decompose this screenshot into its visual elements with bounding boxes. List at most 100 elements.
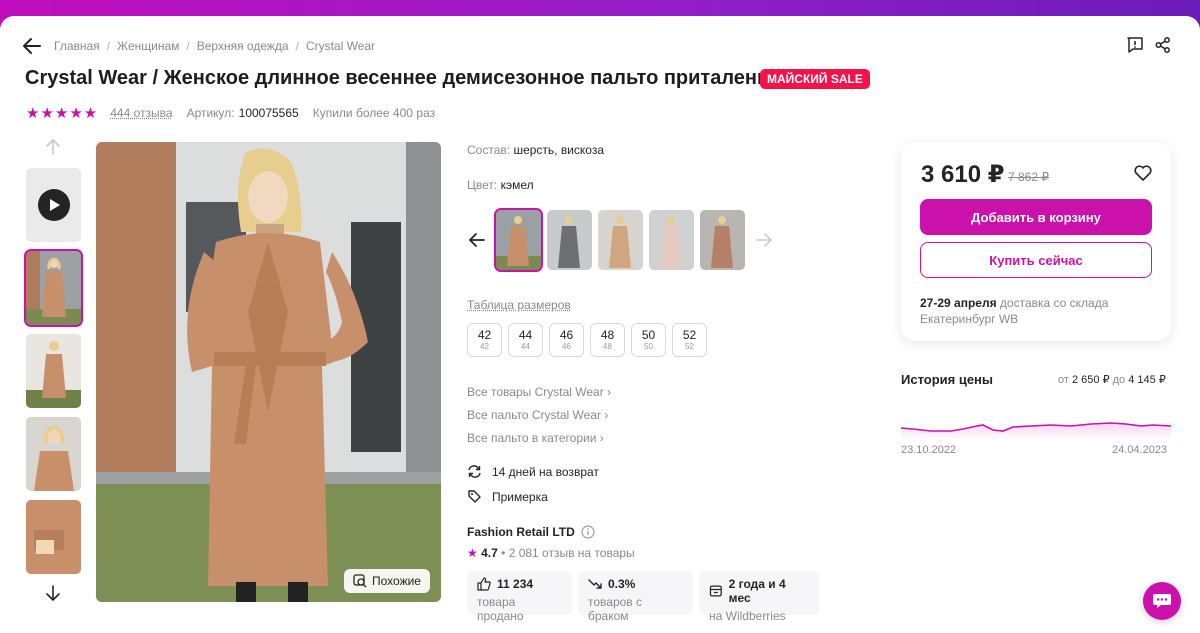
breadcrumb-women[interactable]: Женщинам bbox=[117, 39, 179, 53]
color-option-brown[interactable] bbox=[700, 210, 745, 270]
size-option[interactable]: 46 46 bbox=[549, 323, 584, 357]
similar-search-icon bbox=[353, 574, 367, 588]
thumbs-up-icon bbox=[477, 577, 491, 591]
color-value: кэмел bbox=[500, 178, 534, 192]
thumbnail-1[interactable] bbox=[24, 249, 83, 327]
fitting: Примерка bbox=[467, 489, 548, 504]
current-price: 3 610 ₽ bbox=[921, 161, 1005, 188]
stat-age: 2 года и 4 мес на Wildberries bbox=[699, 571, 819, 623]
size-table-link[interactable]: Таблица размеров bbox=[467, 298, 571, 312]
color-option-grey-image bbox=[547, 210, 592, 270]
size-number: 50 bbox=[641, 327, 656, 342]
breadcrumb-outerwear[interactable]: Верхняя одежда bbox=[197, 39, 289, 53]
size-ru: 46 bbox=[562, 341, 571, 351]
buy-now-button[interactable]: Купить сейчас bbox=[920, 242, 1152, 278]
colors-left-arrow-icon[interactable] bbox=[468, 232, 486, 248]
add-to-cart-button[interactable]: Добавить в корзину bbox=[920, 199, 1152, 235]
range-from-value: 2 650 ₽ bbox=[1071, 374, 1110, 386]
back-arrow-icon[interactable] bbox=[22, 37, 42, 55]
thumbnail-coat-front-image bbox=[26, 251, 81, 325]
rating-row: ★★★★★ 444 отзыва Артикул: 100075565 Купи… bbox=[26, 104, 435, 122]
similar-label: Похожие bbox=[372, 574, 421, 588]
coat-photo bbox=[96, 142, 441, 602]
thumbnail-coat-detail-image bbox=[26, 417, 81, 491]
old-price: 7 862 ₽ bbox=[1008, 170, 1049, 184]
share-icon[interactable] bbox=[1154, 36, 1172, 54]
size-ru: 50 bbox=[644, 341, 653, 351]
thumbnails-down-arrow-icon[interactable] bbox=[45, 584, 61, 602]
return-policy: 14 дней на возврат bbox=[467, 464, 599, 479]
stat-age-value-row: 2 года и 4 мес bbox=[709, 577, 809, 605]
article-label: Артикул: bbox=[186, 106, 235, 120]
stat-defects-value: 0.3% bbox=[608, 577, 636, 591]
price-history-end-date: 24.04.2023 bbox=[1112, 444, 1168, 456]
breadcrumb-brand[interactable]: Crystal Wear bbox=[306, 39, 375, 53]
video-thumbnail[interactable] bbox=[26, 168, 81, 242]
size-number: 48 bbox=[600, 327, 615, 342]
play-icon bbox=[37, 189, 70, 221]
color-option-pink[interactable] bbox=[649, 210, 694, 270]
thumbnail-2[interactable] bbox=[26, 334, 81, 408]
size-option[interactable]: 44 44 bbox=[508, 323, 543, 357]
price-card: 3 610 ₽ 7 862 ₽ Добавить в корзину Купит… bbox=[901, 142, 1171, 341]
seller-name-text: Fashion Retail LTD bbox=[467, 525, 575, 539]
size-option[interactable]: 42 42 bbox=[467, 323, 502, 357]
color-option-pink-image bbox=[649, 210, 694, 270]
link-label: Все пальто в категории bbox=[467, 431, 597, 445]
seller-rating: ★ 4.7 • 2 081 отзыв на товары bbox=[467, 546, 635, 560]
size-option[interactable]: 48 48 bbox=[590, 323, 625, 357]
chat-bubble-icon bbox=[1153, 594, 1171, 608]
return-label: 14 дней на возврат bbox=[492, 464, 599, 479]
product-title: Crystal Wear / Женское длинное весеннее … bbox=[25, 67, 793, 89]
main-product-image[interactable] bbox=[96, 142, 441, 602]
stat-age-value: 2 года и 4 мес bbox=[728, 577, 786, 605]
top-actions bbox=[1126, 36, 1172, 54]
reviews-link[interactable]: 444 отзыва bbox=[110, 106, 172, 120]
article-value[interactable]: 100075565 bbox=[239, 106, 299, 120]
seller-reviews[interactable]: 2 081 отзыв на товары bbox=[509, 546, 635, 560]
stat-sold-value-row: 11 234 bbox=[477, 577, 562, 591]
link-all-brand-coats[interactable]: Все пальто Crystal Wear › bbox=[467, 408, 608, 422]
link-label: Все товары Crystal Wear bbox=[467, 385, 604, 399]
link-category-coats[interactable]: Все пальто в категории › bbox=[467, 431, 604, 445]
thumbnails-up-arrow-icon[interactable] bbox=[45, 138, 61, 156]
price-history-chart[interactable] bbox=[901, 400, 1171, 440]
color: Цвет: кэмел bbox=[467, 178, 534, 192]
thumbnail-3[interactable] bbox=[26, 417, 81, 491]
size-number: 46 bbox=[559, 327, 574, 342]
size-option[interactable]: 50 50 bbox=[631, 323, 666, 357]
size-number: 44 bbox=[518, 327, 533, 342]
size-option[interactable]: 52 52 bbox=[672, 323, 707, 357]
chat-button[interactable] bbox=[1143, 582, 1181, 620]
range-to-label: до bbox=[1112, 374, 1126, 386]
color-option-beige[interactable] bbox=[598, 210, 643, 270]
report-icon[interactable] bbox=[1126, 36, 1144, 54]
color-option-camel-image bbox=[496, 210, 541, 270]
thumbnail-coat-back-image bbox=[26, 334, 81, 408]
size-number: 52 bbox=[682, 327, 697, 342]
similar-button[interactable]: Похожие bbox=[344, 569, 430, 593]
stat-defects-label: товаров с браком bbox=[588, 595, 643, 623]
delivery-date: 27-29 апреля bbox=[920, 296, 997, 310]
seller-name[interactable]: Fashion Retail LTD bbox=[467, 525, 595, 539]
color-option-beige-image bbox=[598, 210, 643, 270]
delivery-city[interactable]: Екатеринбург WB bbox=[920, 312, 1018, 326]
size-ru: 42 bbox=[480, 341, 489, 351]
breadcrumb-home[interactable]: Главная bbox=[54, 39, 100, 53]
delivery-text: доставка со склада bbox=[999, 296, 1109, 310]
bought-count: Купили более 400 раз bbox=[312, 106, 435, 120]
info-icon[interactable] bbox=[581, 525, 595, 539]
colors-right-arrow-icon[interactable] bbox=[755, 232, 773, 248]
size-number: 42 bbox=[477, 327, 492, 342]
color-option-camel[interactable] bbox=[494, 208, 543, 272]
stat-sold-label: товара продано bbox=[477, 595, 524, 623]
color-label: Цвет: bbox=[467, 178, 498, 192]
size-ru: 52 bbox=[685, 341, 694, 351]
favorite-heart-icon[interactable] bbox=[1133, 164, 1153, 182]
color-option-grey[interactable] bbox=[547, 210, 592, 270]
product-page: Главная / Женщинам / Верхняя одежда / Cr… bbox=[0, 16, 1200, 633]
thumbnail-4[interactable] bbox=[26, 500, 81, 574]
link-all-brand-products[interactable]: Все товары Crystal Wear › bbox=[467, 385, 611, 399]
breadcrumb-separator: / bbox=[106, 39, 111, 53]
sale-badge[interactable]: МАЙСКИЙ SALE bbox=[760, 69, 870, 89]
